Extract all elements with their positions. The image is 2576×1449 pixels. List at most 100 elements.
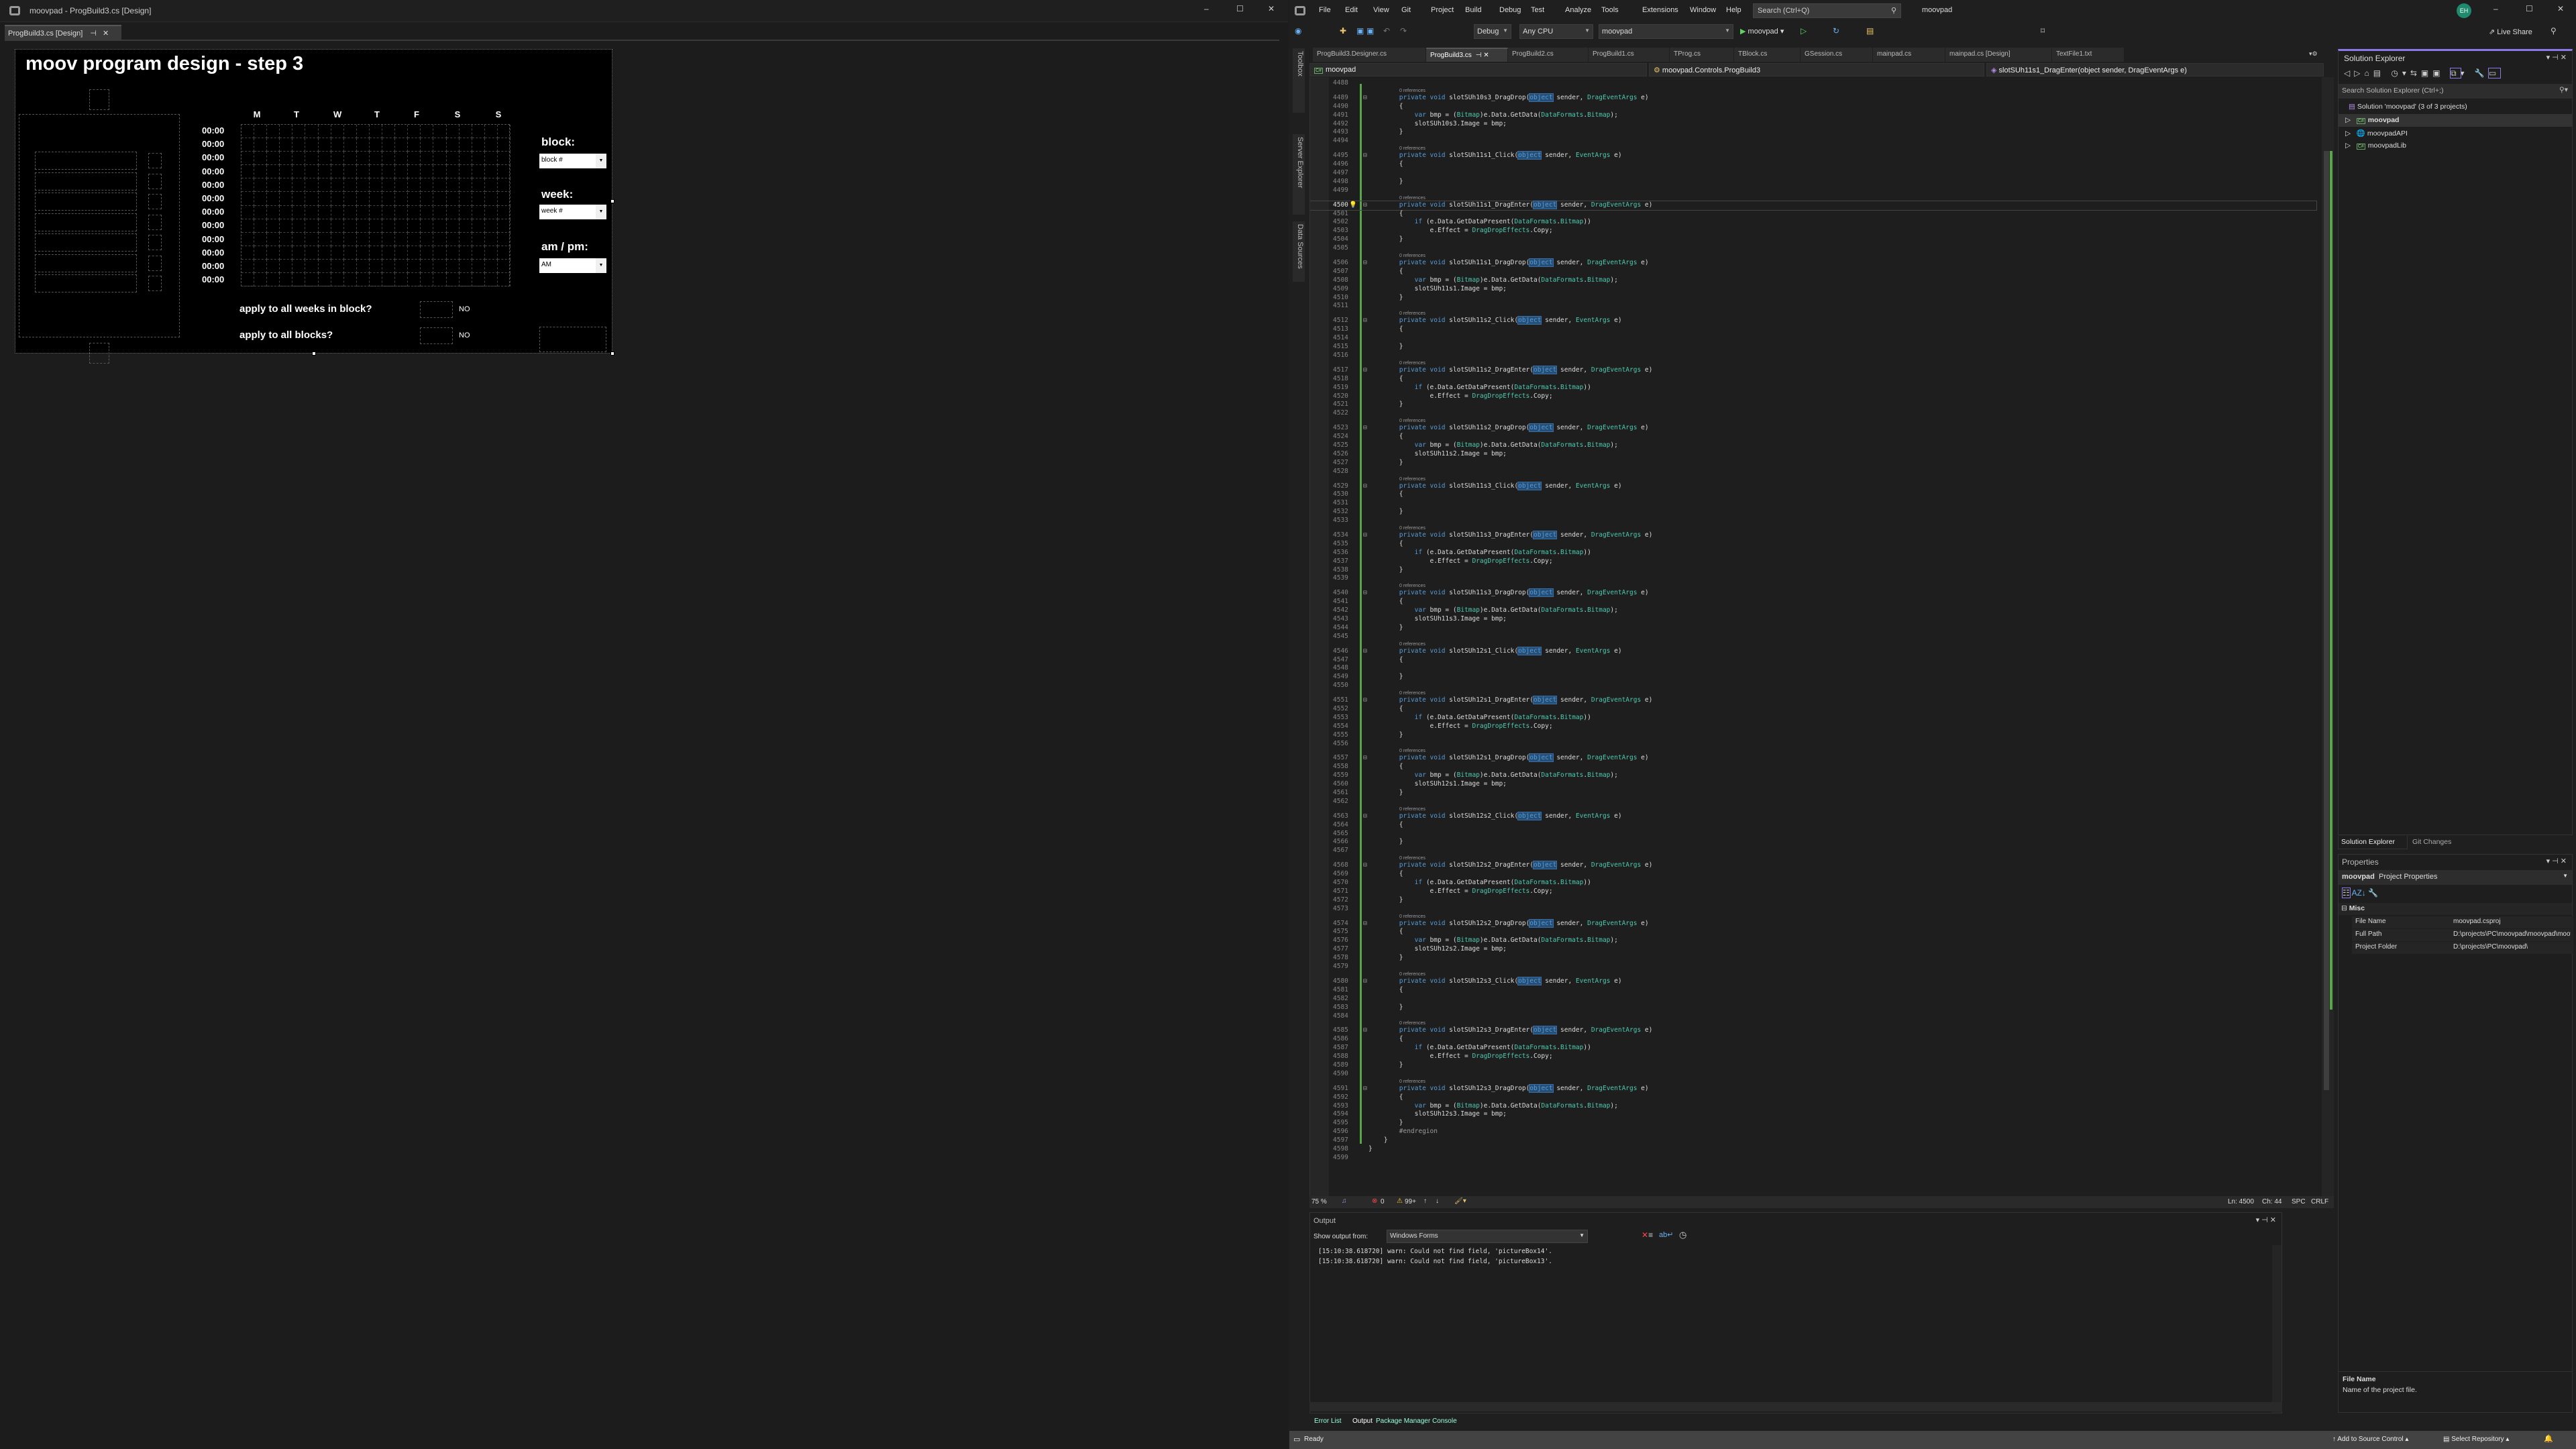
tab-progbuild3-design[interactable]: ProgBuild3.cs [Design] ⊣ ✕ bbox=[5, 25, 121, 40]
new-project-icon[interactable]: ✚ bbox=[1340, 26, 1346, 36]
code-line[interactable]: 4553 if (e.Data.GetDataPresent(DataForma… bbox=[1310, 714, 2316, 722]
codelens-references[interactable]: 0 references bbox=[1310, 583, 2316, 589]
code-line[interactable]: 4501 { bbox=[1310, 210, 2316, 219]
panel-bottom-box[interactable] bbox=[89, 343, 109, 364]
grid-cell[interactable] bbox=[318, 246, 331, 260]
grid-cell[interactable] bbox=[241, 219, 255, 233]
code-line[interactable]: 4561 } bbox=[1310, 789, 2316, 798]
grid-cell[interactable] bbox=[356, 165, 370, 179]
menu-debug[interactable]: Debug bbox=[1499, 6, 1521, 14]
grid-cell[interactable] bbox=[292, 260, 306, 274]
back-icon[interactable]: ◉ bbox=[1295, 26, 1301, 36]
grid-cell[interactable] bbox=[370, 219, 383, 233]
grid-cell[interactable] bbox=[254, 273, 268, 287]
grid-cell[interactable] bbox=[292, 246, 306, 260]
grid-cell[interactable] bbox=[305, 152, 319, 166]
code-line[interactable]: 4533 bbox=[1310, 517, 2316, 525]
warning-count[interactable]: 99+ bbox=[1405, 1198, 1416, 1205]
code-line[interactable]: 4581 { bbox=[1310, 986, 2316, 995]
grid-cell[interactable] bbox=[318, 178, 331, 193]
side-tab-data-sources[interactable]: Data Sources bbox=[1293, 221, 1305, 282]
grid-cell[interactable] bbox=[356, 246, 370, 260]
codelens-references[interactable]: 0 references bbox=[1310, 914, 2316, 920]
grid-cell[interactable] bbox=[459, 192, 472, 206]
grid-cell[interactable] bbox=[433, 165, 447, 179]
codelens-references[interactable]: 0 references bbox=[1310, 971, 2316, 977]
grid-cell[interactable] bbox=[446, 125, 460, 139]
codelens-references[interactable]: 0 references bbox=[1310, 1079, 2316, 1085]
grid-cell[interactable] bbox=[395, 232, 409, 246]
code-line[interactable]: 4563 ⊟ private void slotSUh12s2_Click(obj… bbox=[1310, 811, 2316, 821]
code-line[interactable]: 4497 bbox=[1310, 169, 2316, 178]
grid-cell[interactable] bbox=[318, 260, 331, 274]
apply-weeks-toggle[interactable] bbox=[420, 301, 453, 318]
resize-handle-corner[interactable] bbox=[610, 352, 614, 356]
show-all-files-icon[interactable]: ⧉ bbox=[2449, 68, 2461, 78]
grid-cell[interactable] bbox=[292, 152, 306, 166]
grid-cell[interactable] bbox=[280, 178, 293, 193]
clear-all-icon[interactable]: ✕≡ bbox=[1642, 1230, 1653, 1240]
maximize-button[interactable]: ☐ bbox=[2526, 4, 2533, 13]
code-line[interactable]: 4580 ⊟ private void slotSUh12s3_Click(obj… bbox=[1310, 976, 2316, 986]
collapse-icon[interactable]: ⊟ bbox=[1363, 1026, 1367, 1035]
grid-cell[interactable] bbox=[305, 219, 319, 233]
word-wrap-icon[interactable]: ab↵ bbox=[1659, 1230, 1673, 1239]
doc-tab[interactable]: ProgBuild1.cs bbox=[1589, 48, 1670, 62]
code-line[interactable]: 4565 bbox=[1310, 830, 2316, 839]
code-line[interactable]: 4585 ⊟ private void slotSUh12s3_DragEnter… bbox=[1310, 1026, 2316, 1035]
code-line[interactable]: 4512 ⊟ private void slotSUh11s2_Click(obj… bbox=[1310, 316, 2316, 325]
grid-cell[interactable] bbox=[421, 165, 434, 179]
grid-cell[interactable] bbox=[331, 152, 344, 166]
grid-cell[interactable] bbox=[459, 260, 472, 274]
grid-cell[interactable] bbox=[318, 273, 331, 287]
grid-cell[interactable] bbox=[433, 246, 447, 260]
schedule-grid[interactable] bbox=[241, 124, 511, 287]
grid-cell[interactable] bbox=[459, 125, 472, 139]
lightbulb-icon[interactable]: 💡 bbox=[1349, 201, 1357, 210]
category-misc[interactable]: ⊟ Misc bbox=[2339, 903, 2572, 915]
panel-top-box[interactable] bbox=[89, 89, 109, 110]
add-to-source-control-button[interactable]: ↑ Add to Source Control ▴ bbox=[2332, 1436, 2408, 1443]
grid-cell[interactable] bbox=[433, 260, 447, 274]
code-line[interactable]: 4573 bbox=[1310, 905, 2316, 914]
code-line[interactable]: 4513 { bbox=[1310, 325, 2316, 334]
start-button[interactable]: ▶ moovpad ▾ bbox=[1740, 27, 1784, 36]
grid-cell[interactable] bbox=[331, 205, 344, 219]
grid-cell[interactable] bbox=[343, 246, 357, 260]
start-without-debugging-icon[interactable]: ▷ bbox=[1801, 26, 1807, 36]
grid-cell[interactable] bbox=[472, 219, 485, 233]
grid-cell[interactable] bbox=[484, 152, 498, 166]
code-line[interactable]: 4598} bbox=[1310, 1145, 2316, 1154]
code-line[interactable]: 4596 #endregion bbox=[1310, 1128, 2316, 1136]
grid-cell[interactable] bbox=[421, 178, 434, 193]
grid-cell[interactable] bbox=[280, 192, 293, 206]
grid-cell[interactable] bbox=[446, 178, 460, 193]
grid-cell[interactable] bbox=[356, 152, 370, 166]
code-line[interactable]: 4572 } bbox=[1310, 896, 2316, 905]
collapse-icon[interactable]: ⊟ bbox=[1363, 94, 1367, 103]
code-line[interactable]: 4509 slotSUh11s1.Image = bmp; bbox=[1310, 285, 2316, 294]
grid-cell[interactable] bbox=[408, 219, 421, 233]
grid-cell[interactable] bbox=[331, 165, 344, 179]
notifications-bell-icon[interactable]: 🔔 bbox=[2544, 1434, 2553, 1443]
grid-cell[interactable] bbox=[254, 260, 268, 274]
code-line[interactable]: 4579 bbox=[1310, 963, 2316, 971]
panel-controls[interactable]: ▾ ⊣ ✕ bbox=[2546, 53, 2567, 62]
grid-cell[interactable] bbox=[446, 152, 460, 166]
grid-cell[interactable] bbox=[370, 138, 383, 152]
grid-cell[interactable] bbox=[382, 273, 396, 287]
menu-view[interactable]: View bbox=[1373, 6, 1389, 14]
grid-cell[interactable] bbox=[254, 219, 268, 233]
grid-cell[interactable] bbox=[370, 246, 383, 260]
close-button[interactable]: ✕ bbox=[2557, 4, 2564, 13]
grid-cell[interactable] bbox=[254, 192, 268, 206]
menu-project[interactable]: Project bbox=[1431, 6, 1454, 14]
code-line[interactable]: 4524 { bbox=[1310, 433, 2316, 441]
code-line[interactable]: 4489 ⊟ private void slotSUh10s3_DragDrop(… bbox=[1310, 93, 2316, 103]
grid-cell[interactable] bbox=[331, 232, 344, 246]
menu-analyze[interactable]: Analyze bbox=[1565, 6, 1591, 14]
code-line[interactable]: 4569 { bbox=[1310, 870, 2316, 879]
output-scrollbar[interactable] bbox=[2272, 1245, 2282, 1413]
grid-cell[interactable] bbox=[395, 273, 409, 287]
tab-solution-explorer[interactable]: Solution Explorer bbox=[2338, 836, 2408, 849]
